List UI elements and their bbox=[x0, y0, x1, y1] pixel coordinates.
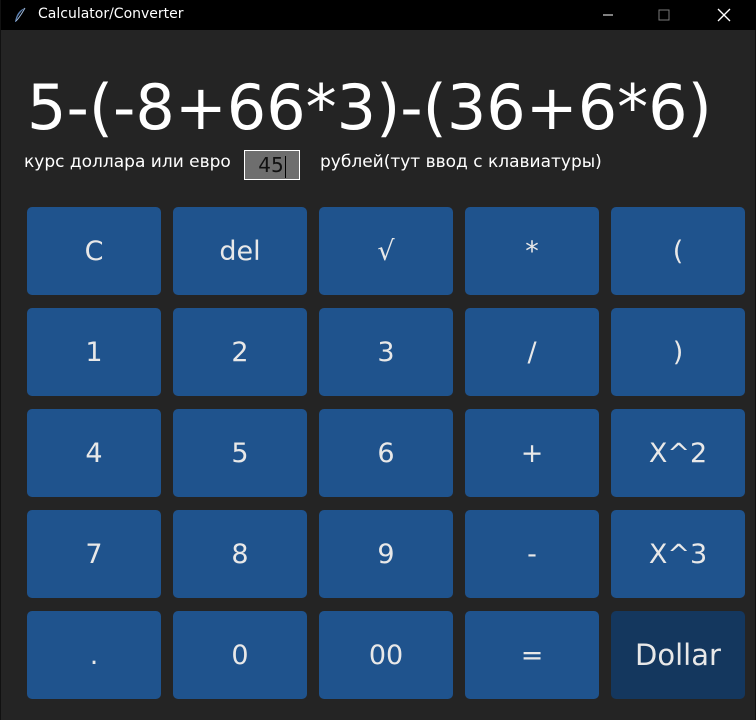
title-bar[interactable]: Calculator/Converter bbox=[1, 0, 756, 30]
double-zero-button[interactable]: 00 bbox=[319, 611, 453, 699]
rate-label: курс доллара или евро bbox=[24, 152, 231, 172]
app-window: Calculator/Converter 5-(-8+66*3)-(36+6*6… bbox=[0, 0, 756, 720]
feather-icon bbox=[13, 7, 27, 23]
cube-button[interactable]: X^3 bbox=[611, 510, 745, 598]
digit-3-button[interactable]: 3 bbox=[319, 308, 453, 396]
decimal-point-button[interactable]: . bbox=[27, 611, 161, 699]
plus-button[interactable]: + bbox=[465, 409, 599, 497]
digit-7-button[interactable]: 7 bbox=[27, 510, 161, 598]
minimize-button[interactable] bbox=[585, 0, 631, 30]
rate-input-value: 45 bbox=[258, 153, 284, 177]
digit-6-button[interactable]: 6 bbox=[319, 409, 453, 497]
close-paren-button[interactable]: ) bbox=[611, 308, 745, 396]
minimize-icon bbox=[603, 14, 613, 16]
digit-2-button[interactable]: 2 bbox=[173, 308, 307, 396]
text-caret bbox=[284, 155, 286, 178]
window-title: Calculator/Converter bbox=[38, 6, 184, 22]
maximize-icon bbox=[658, 9, 670, 21]
digit-0-button[interactable]: 0 bbox=[173, 611, 307, 699]
digit-1-button[interactable]: 1 bbox=[27, 308, 161, 396]
close-button[interactable] bbox=[701, 0, 747, 30]
digit-4-button[interactable]: 4 bbox=[27, 409, 161, 497]
divide-button[interactable]: / bbox=[465, 308, 599, 396]
minus-button[interactable]: - bbox=[465, 510, 599, 598]
rate-input[interactable]: 45 bbox=[244, 150, 300, 180]
open-paren-button[interactable]: ( bbox=[611, 207, 745, 295]
dollar-button[interactable]: Dollar bbox=[611, 611, 745, 699]
clear-button[interactable]: C bbox=[27, 207, 161, 295]
maximize-button[interactable] bbox=[641, 0, 687, 30]
keypad: C del √ * ( 1 2 3 / ) 4 5 6 + X^2 7 8 9 … bbox=[27, 207, 745, 699]
square-button[interactable]: X^2 bbox=[611, 409, 745, 497]
sqrt-button[interactable]: √ bbox=[319, 207, 453, 295]
digit-8-button[interactable]: 8 bbox=[173, 510, 307, 598]
currency-rate-row: курс доллара или евро 45 рублей(тут ввод… bbox=[24, 150, 744, 180]
expression-display: 5-(-8+66*3)-(36+6*6) bbox=[27, 71, 712, 144]
delete-button[interactable]: del bbox=[173, 207, 307, 295]
equals-button[interactable]: = bbox=[465, 611, 599, 699]
multiply-button[interactable]: * bbox=[465, 207, 599, 295]
close-icon bbox=[717, 8, 731, 22]
digit-5-button[interactable]: 5 bbox=[173, 409, 307, 497]
rate-unit-label: рублей(тут ввод с клавиатуры) bbox=[320, 152, 602, 172]
digit-9-button[interactable]: 9 bbox=[319, 510, 453, 598]
